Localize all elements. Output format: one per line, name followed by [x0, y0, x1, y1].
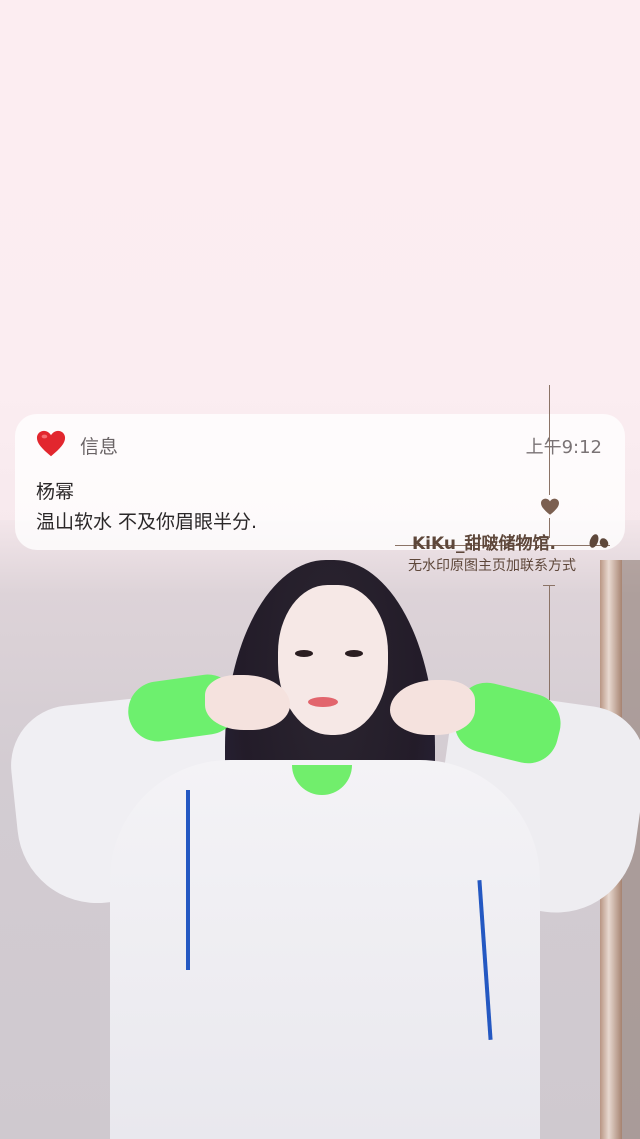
notification-sender: 杨幂	[36, 481, 75, 503]
notification-time: 上午9:12	[525, 437, 602, 458]
watermark-tick	[543, 585, 555, 586]
face	[278, 585, 388, 735]
white-jacket	[110, 760, 540, 1139]
watermark-divider-bottom	[549, 585, 550, 700]
watermark-divider-top	[549, 385, 550, 495]
right-eye	[345, 650, 363, 657]
watermark-title: KiKu_甜啵储物馆.	[412, 534, 556, 554]
watermark-subtitle: 无水印原图主页加联系方式	[408, 558, 576, 574]
heart-icon	[36, 430, 66, 457]
peace-sign-hand-right	[390, 680, 475, 735]
notification-app-name: 信息	[80, 436, 119, 458]
leaf-icon	[589, 534, 609, 548]
notification-message: 温山软水 不及你眉眼半分.	[36, 511, 258, 533]
left-eye	[295, 650, 313, 657]
lips	[308, 697, 338, 707]
watermark-heart-icon	[541, 498, 559, 515]
drawstring-left	[186, 790, 190, 970]
